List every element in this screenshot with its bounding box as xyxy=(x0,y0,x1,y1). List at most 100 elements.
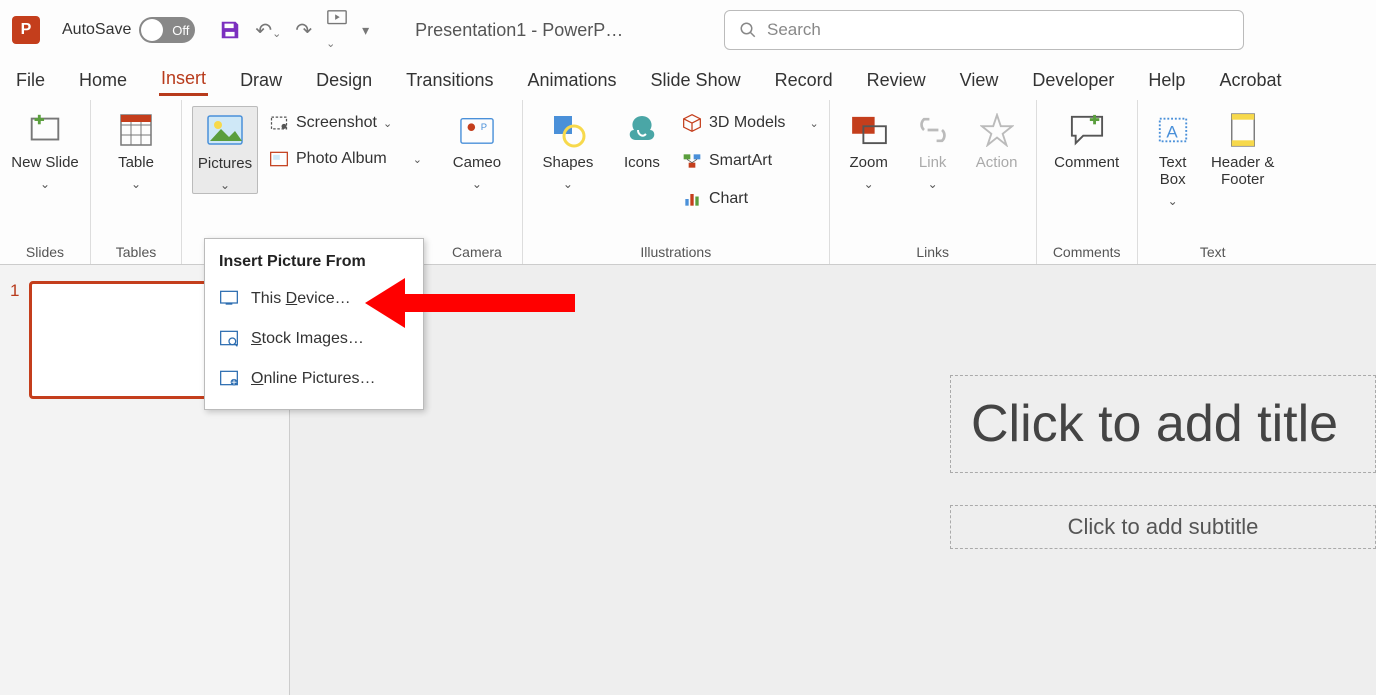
group-tables-label: Tables xyxy=(101,244,171,262)
pictures-button[interactable]: Pictures xyxy=(192,106,258,194)
group-illustrations: Shapes Icons 3D Models ⌄ xyxy=(523,100,830,264)
svg-text:P: P xyxy=(481,122,487,133)
search-placeholder: Search xyxy=(767,20,821,40)
header-footer-button[interactable]: Header & Footer xyxy=(1208,106,1278,188)
textbox-icon: A xyxy=(1153,110,1193,150)
tab-transitions[interactable]: Transitions xyxy=(404,66,495,95)
new-slide-icon xyxy=(25,110,65,150)
group-camera: P Cameo Camera xyxy=(432,100,523,264)
icons-icon xyxy=(622,110,662,150)
icons-label: Icons xyxy=(624,154,660,171)
comment-icon xyxy=(1067,110,1107,150)
slide-canvas[interactable]: Click to add title Click to add subtitle xyxy=(290,265,1376,695)
title-placeholder[interactable]: Click to add title xyxy=(950,375,1376,473)
app-icon: P xyxy=(12,16,40,44)
group-illustrations-label: Illustrations xyxy=(533,244,819,262)
online-pictures-icon xyxy=(219,369,239,389)
group-links-label: Links xyxy=(840,244,1026,262)
autosave-label: AutoSave xyxy=(62,21,131,39)
screenshot-icon xyxy=(268,112,290,134)
group-text: A Text Box Header & Footer Text xyxy=(1138,100,1288,264)
table-icon xyxy=(116,110,156,150)
tab-record[interactable]: Record xyxy=(773,66,835,95)
arrow-shaft xyxy=(395,294,575,312)
group-links: Zoom Link Action Links xyxy=(830,100,1037,264)
photo-album-label: Photo Album xyxy=(296,150,387,168)
comment-button[interactable]: Comment xyxy=(1047,106,1127,171)
cameo-button[interactable]: P Cameo xyxy=(442,106,512,192)
link-label: Link xyxy=(919,154,947,171)
screenshot-label: Screenshot xyxy=(296,114,377,132)
textbox-label: Text Box xyxy=(1148,154,1198,188)
svg-text:A: A xyxy=(1166,123,1178,142)
smartart-label: SmartArt xyxy=(709,152,772,170)
search-input[interactable]: Search xyxy=(724,10,1244,50)
search-icon xyxy=(739,21,757,39)
qat-more-icon[interactable]: ▾ xyxy=(362,22,369,39)
tab-review[interactable]: Review xyxy=(865,66,928,95)
annotation-arrow xyxy=(365,278,575,328)
chevron-down-icon xyxy=(220,176,230,193)
group-slides-label: Slides xyxy=(10,244,80,262)
tab-design[interactable]: Design xyxy=(314,66,374,95)
screenshot-button[interactable]: Screenshot ⌄ xyxy=(268,110,422,136)
save-icon[interactable] xyxy=(219,19,241,41)
menu-item-online-pictures[interactable]: Online Pictures… xyxy=(205,359,423,399)
redo-icon[interactable]: ↷ xyxy=(295,18,312,43)
group-slides: New Slide Slides xyxy=(0,100,91,264)
new-slide-button[interactable]: New Slide xyxy=(10,106,80,192)
3d-models-label: 3D Models xyxy=(709,114,785,132)
cameo-icon: P xyxy=(457,110,497,150)
zoom-button[interactable]: Zoom xyxy=(840,106,898,192)
chevron-down-icon xyxy=(563,175,573,192)
chevron-down-icon xyxy=(928,175,938,192)
subtitle-placeholder[interactable]: Click to add subtitle xyxy=(950,505,1376,549)
link-icon xyxy=(913,110,953,150)
quick-access-toolbar: ↶⌄ ↷ ⌄ ▾ xyxy=(219,8,369,53)
menu-item-label: This Device… xyxy=(251,290,351,308)
slide-thumbnail[interactable] xyxy=(29,281,229,399)
textbox-button[interactable]: A Text Box xyxy=(1148,106,1198,209)
menu-item-label: Stock Images… xyxy=(251,330,364,348)
action-icon xyxy=(977,110,1017,150)
group-text-label: Text xyxy=(1148,244,1278,262)
icons-button[interactable]: Icons xyxy=(613,106,671,171)
link-button[interactable]: Link xyxy=(908,106,958,192)
photo-album-icon xyxy=(268,148,290,170)
tab-view[interactable]: View xyxy=(958,66,1001,95)
tab-draw[interactable]: Draw xyxy=(238,66,284,95)
shapes-icon xyxy=(548,110,588,150)
shapes-button[interactable]: Shapes xyxy=(533,106,603,192)
table-label: Table xyxy=(118,154,154,171)
tab-help[interactable]: Help xyxy=(1146,66,1187,95)
tab-insert[interactable]: Insert xyxy=(159,64,208,96)
tab-file[interactable]: File xyxy=(14,66,47,95)
menu-title: Insert Picture From xyxy=(205,245,423,279)
toggle-off-text: Off xyxy=(172,23,189,38)
stock-images-icon xyxy=(219,329,239,349)
header-footer-label: Header & Footer xyxy=(1208,154,1278,188)
action-button[interactable]: Action xyxy=(968,106,1026,171)
chevron-down-icon xyxy=(472,175,482,192)
tab-acrobat[interactable]: Acrobat xyxy=(1217,66,1283,95)
comment-label: Comment xyxy=(1054,154,1119,171)
autosave-toggle[interactable]: AutoSave Off xyxy=(62,17,195,43)
pictures-icon xyxy=(205,111,245,151)
ribbon-tabs: File Home Insert Draw Design Transitions… xyxy=(0,60,1376,100)
tab-animations[interactable]: Animations xyxy=(525,66,618,95)
photo-album-button[interactable]: Photo Album ⌄ xyxy=(268,146,422,172)
toggle-switch[interactable]: Off xyxy=(139,17,195,43)
group-camera-label: Camera xyxy=(442,244,512,262)
smartart-icon xyxy=(681,150,703,172)
thumbnail-number: 1 xyxy=(10,281,19,301)
table-button[interactable]: Table xyxy=(101,106,171,192)
smartart-button[interactable]: SmartArt xyxy=(681,148,819,174)
undo-icon[interactable]: ↶⌄ xyxy=(255,18,281,43)
tab-home[interactable]: Home xyxy=(77,66,129,95)
pictures-label: Pictures xyxy=(198,155,252,172)
present-icon[interactable]: ⌄ xyxy=(326,8,348,53)
3d-models-button[interactable]: 3D Models ⌄ xyxy=(681,110,819,136)
chart-button[interactable]: Chart xyxy=(681,186,819,212)
tab-slideshow[interactable]: Slide Show xyxy=(649,66,743,95)
tab-developer[interactable]: Developer xyxy=(1030,66,1116,95)
